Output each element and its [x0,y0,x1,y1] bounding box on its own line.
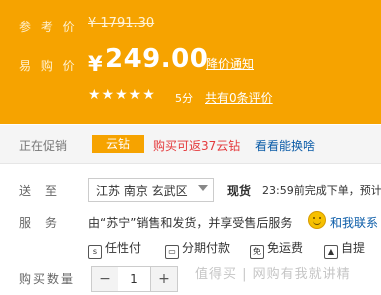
rating-stars: ★★★★★ [88,87,156,103]
sale-price-label: 易 购 价 [19,59,78,73]
price-drop-notify-link[interactable]: 降价通知 [206,55,254,72]
badge-installment: ▭ 分期付款 [165,239,230,259]
original-price: ¥ 1791.30 [88,16,155,31]
currency-symbol: ¥ [88,52,103,76]
delivery-estimate: 23:59前完成下单，预计 [262,184,381,197]
reviews-link[interactable]: 共有0条评价 [205,89,273,106]
address-value: 江苏 南京 玄武区 [96,184,188,198]
quantity-input[interactable]: 1 [118,266,150,292]
stock-status: 现货 [227,184,252,198]
free-shipping-icon: 免 [250,245,264,259]
service-description: 由“苏宁”销售和发货，并享受售后服务 [88,216,293,230]
quantity-label: 购买数量 [19,272,76,286]
watermark: 值得买 | 网购有我就讲精 [195,267,351,282]
badge-self-pickup: ▲ 自提 [324,239,365,259]
price-panel: 参 考 价 ¥ 1791.30 易 购 价 ¥ 249.00 降价通知 ★★★★… [0,0,381,124]
quantity-plus-button[interactable]: + [150,266,178,292]
rating-score: 5分 [175,92,193,105]
card-icon: ▭ [165,245,179,259]
contact-me-link[interactable]: 和我联系 [330,214,378,231]
promotion-row: 正在促销 云钻 购买可返37云钻 看看能换啥 [0,125,381,164]
reference-price-label: 参 考 价 [19,20,78,34]
address-selector[interactable]: 江苏 南京 玄武区 [88,178,214,202]
pickup-icon: ▲ [324,245,338,259]
smiley-chat-icon[interactable] [308,211,326,229]
promotion-text: 购买可返37云钻 [153,139,241,153]
promotion-label: 正在促销 [19,139,68,153]
sale-price: 249.00 [105,44,209,74]
badge-free-shipping: 免免运费 [250,239,303,259]
cloud-diamond-tag: 云钻 [92,135,144,153]
renxingfu-icon: s [88,245,102,259]
see-exchange-link[interactable]: 看看能换啥 [255,137,315,154]
chevron-down-icon [198,185,208,191]
quantity-minus-button[interactable]: − [91,266,119,292]
delivery-label: 送至 [19,184,72,198]
badge-renxingfu: s 任性付 [88,239,141,259]
service-label: 服务 [19,216,72,230]
